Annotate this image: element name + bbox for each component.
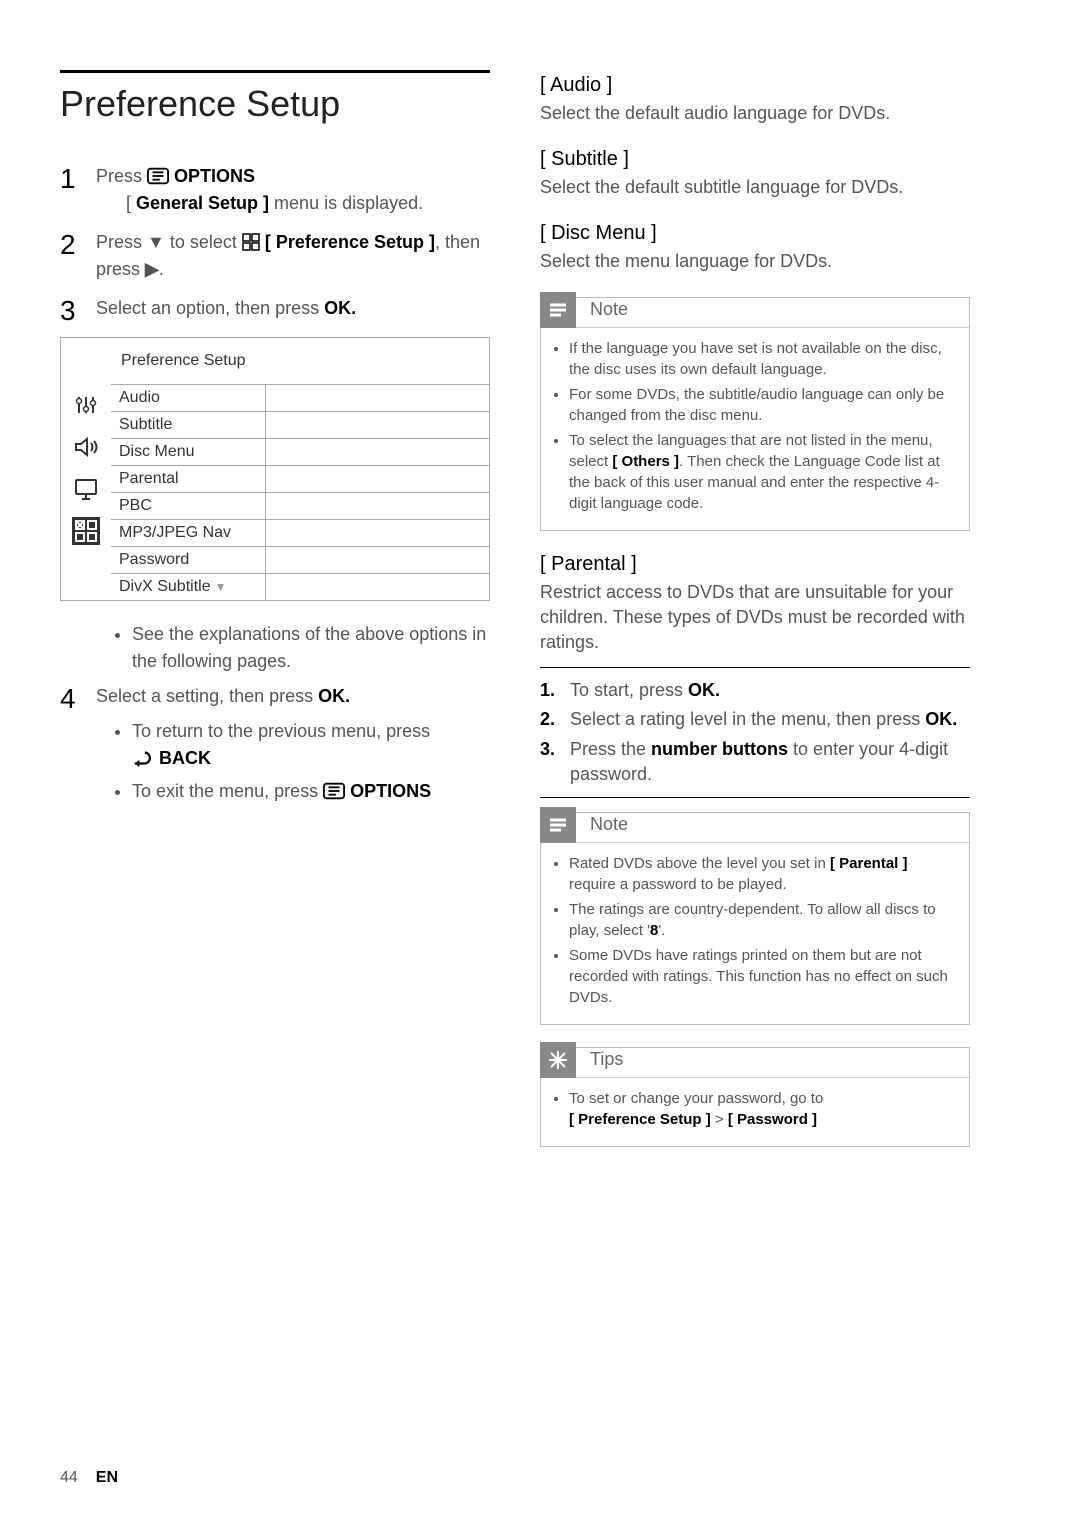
step-1: 1 Press OPTIONS [ General Setup ] menu i… [60,163,490,217]
subtitle-heading: [ Subtitle ] [540,148,970,171]
options-label: OPTIONS [174,166,255,186]
step-text: to select [165,232,242,252]
note-item: If the language you have set is not avai… [569,338,957,380]
parental-desc: Restrict access to DVDs that are unsuita… [540,580,970,656]
step-result-post: menu is displayed. [269,193,423,213]
menu-row: PBC [111,493,489,520]
note-item: Some DVDs have ratings printed on them b… [569,945,957,1008]
menu-item: Audio [111,385,266,411]
preference-setup-label: [ Preference Setup ] [265,232,435,252]
tips-icon [540,1042,576,1078]
note-icon [540,292,576,328]
back-icon [132,748,154,766]
step-4: 4 Select a setting, then press OK. To re… [60,683,490,813]
step-number: 1 [60,165,80,193]
menu-item: PBC [111,493,266,519]
menu-header: Preference Setup [61,338,489,384]
step-3: 3 Select an option, then press OK. [60,295,490,325]
parental-heading: [ Parental ] [540,553,970,576]
preference-setup-menu: Preference Setup Audio Subtitle Disc Men… [60,337,490,601]
note-icon [540,807,576,843]
note-box: Note Rated DVDs above the level you set … [540,812,970,1025]
subtitle-desc: Select the default subtitle language for… [540,175,970,200]
menu-item: Password [111,547,266,573]
menu-row: Subtitle [111,412,489,439]
tips-label: Tips [576,1042,623,1077]
parental-steps: 1.To start, press OK. 2.Select a rating … [540,667,970,798]
grid-icon [242,232,260,250]
audio-desc: Select the default audio language for DV… [540,101,970,126]
menu-row: Password [111,547,489,574]
step-text: Select an option, then press [96,298,324,318]
explanation-note: See the explanations of the above option… [132,621,490,675]
menu-item: Parental [111,466,266,492]
note-item: To select the languages that are not lis… [569,430,957,514]
step-number: 3 [60,297,80,325]
menu-item: MP3/JPEG Nav [111,520,266,546]
note-item: Rated DVDs above the level you set in [ … [569,853,957,895]
tips-box: Tips To set or change your password, go … [540,1047,970,1147]
slider-icon [71,390,101,420]
step-2: 2 Press ▼ to select [ Preference Setup ]… [60,229,490,283]
note-label: Note [576,807,628,842]
menu-row: Audio [111,385,489,412]
discmenu-desc: Select the menu language for DVDs. [540,249,970,274]
page-lang: EN [96,1469,118,1487]
ok-label: OK. [318,686,350,706]
note-label: Note [576,292,628,327]
step-result-pre: [ [126,193,136,213]
options-icon [323,781,345,799]
menu-row: DivX Subtitle▼ [111,574,489,600]
chevron-down-icon: ▼ [215,580,227,594]
page-number: 44 [60,1469,78,1487]
step-text: Press [96,232,147,252]
audio-heading: [ Audio ] [540,74,970,97]
tips-item: To set or change your password, go to [ … [569,1088,957,1130]
step-text: Press [96,166,142,186]
step-text: Select a setting, then press [96,686,318,706]
menu-item: Disc Menu [111,439,266,465]
return-bullet: To return to the previous menu, press BA… [132,718,490,772]
options-icon [147,166,169,184]
options-label: OPTIONS [350,781,431,801]
note-box: Note If the language you have set is not… [540,297,970,531]
note-item: For some DVDs, the subtitle/audio langua… [569,384,957,426]
page-title: Preference Setup [60,70,490,125]
ok-label: OK. [324,298,356,318]
step-number: 2 [60,231,80,259]
menu-row: MP3/JPEG Nav [111,520,489,547]
speaker-icon [71,432,101,462]
exit-bullet: To exit the menu, press OPTIONS [132,778,490,805]
general-setup-label: General Setup ] [136,193,269,213]
menu-item: DivX Subtitle▼ [111,574,266,600]
menu-row: Parental [111,466,489,493]
down-arrow-icon: ▼ [147,232,165,252]
note-item: The ratings are country-dependent. To al… [569,899,957,941]
back-label: BACK [159,748,211,768]
right-arrow-icon: ▶ [145,259,159,279]
menu-item: Subtitle [111,412,266,438]
grid-selected-icon [71,516,101,546]
monitor-icon [71,474,101,504]
page-footer: 44 EN [60,1469,118,1487]
discmenu-heading: [ Disc Menu ] [540,222,970,245]
menu-row: Disc Menu [111,439,489,466]
step-number: 4 [60,685,80,713]
